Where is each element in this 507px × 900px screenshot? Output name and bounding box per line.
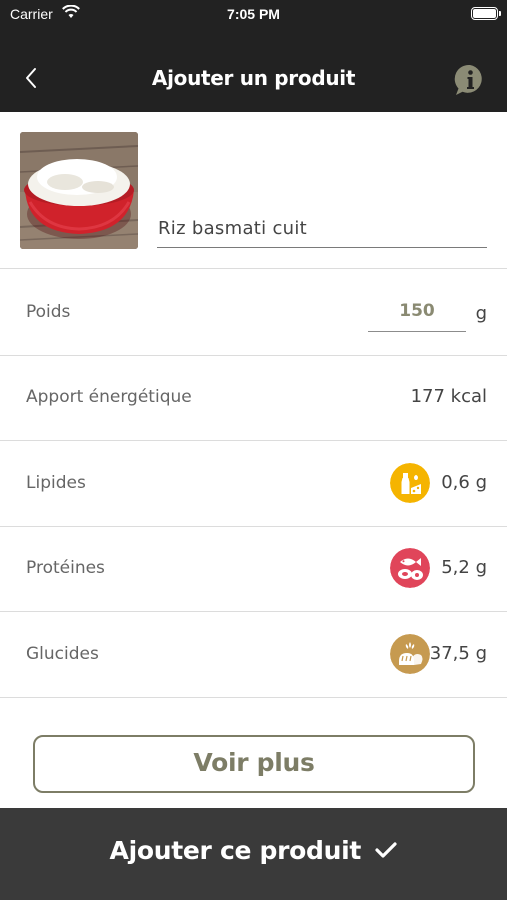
- oil-cheese-icon: [390, 463, 430, 503]
- weight-label: Poids: [26, 302, 71, 322]
- carbs-label: Glucides: [26, 644, 99, 664]
- lipids-label: Lipides: [26, 473, 86, 493]
- status-time: 7:05 PM: [227, 6, 280, 22]
- weight-unit: g: [475, 303, 487, 324]
- weight-row: Poids 150 g: [0, 270, 507, 356]
- energy-row: Apport énergétique 177 kcal: [0, 355, 507, 441]
- product-image: [20, 132, 138, 249]
- add-product-button[interactable]: Ajouter ce produit: [0, 808, 507, 900]
- energy-value: 177 kcal: [410, 386, 487, 407]
- see-more-button[interactable]: Voir plus: [33, 735, 475, 793]
- product-name-field[interactable]: Riz basmati cuit: [157, 218, 487, 248]
- proteins-label: Protéines: [26, 558, 105, 578]
- page-title: Ajouter un produit: [151, 66, 356, 90]
- status-bar: Carrier 7:05 PM: [0, 0, 507, 30]
- energy-label: Apport énergétique: [26, 387, 192, 407]
- weight-input[interactable]: 150: [368, 296, 466, 332]
- proteins-row: Protéines 5,2 g: [0, 526, 507, 612]
- add-product-label: Ajouter ce produit: [109, 836, 362, 865]
- checkmark-icon: [375, 842, 398, 858]
- carbs-value: 37,5 g: [429, 643, 487, 664]
- lipids-row: Lipides 0,6 g: [0, 441, 507, 527]
- carbs-row: Glucides 37,5 g: [0, 612, 507, 698]
- bread-icon: [390, 634, 430, 674]
- battery-icon: [471, 7, 501, 20]
- proteins-value: 5,2 g: [441, 557, 487, 578]
- nav-bar: Ajouter un produit: [0, 30, 507, 112]
- info-icon[interactable]: [452, 62, 488, 98]
- lipids-value: 0,6 g: [441, 472, 487, 493]
- product-header: Riz basmati cuit: [0, 112, 507, 269]
- fish-meat-icon: [390, 548, 430, 588]
